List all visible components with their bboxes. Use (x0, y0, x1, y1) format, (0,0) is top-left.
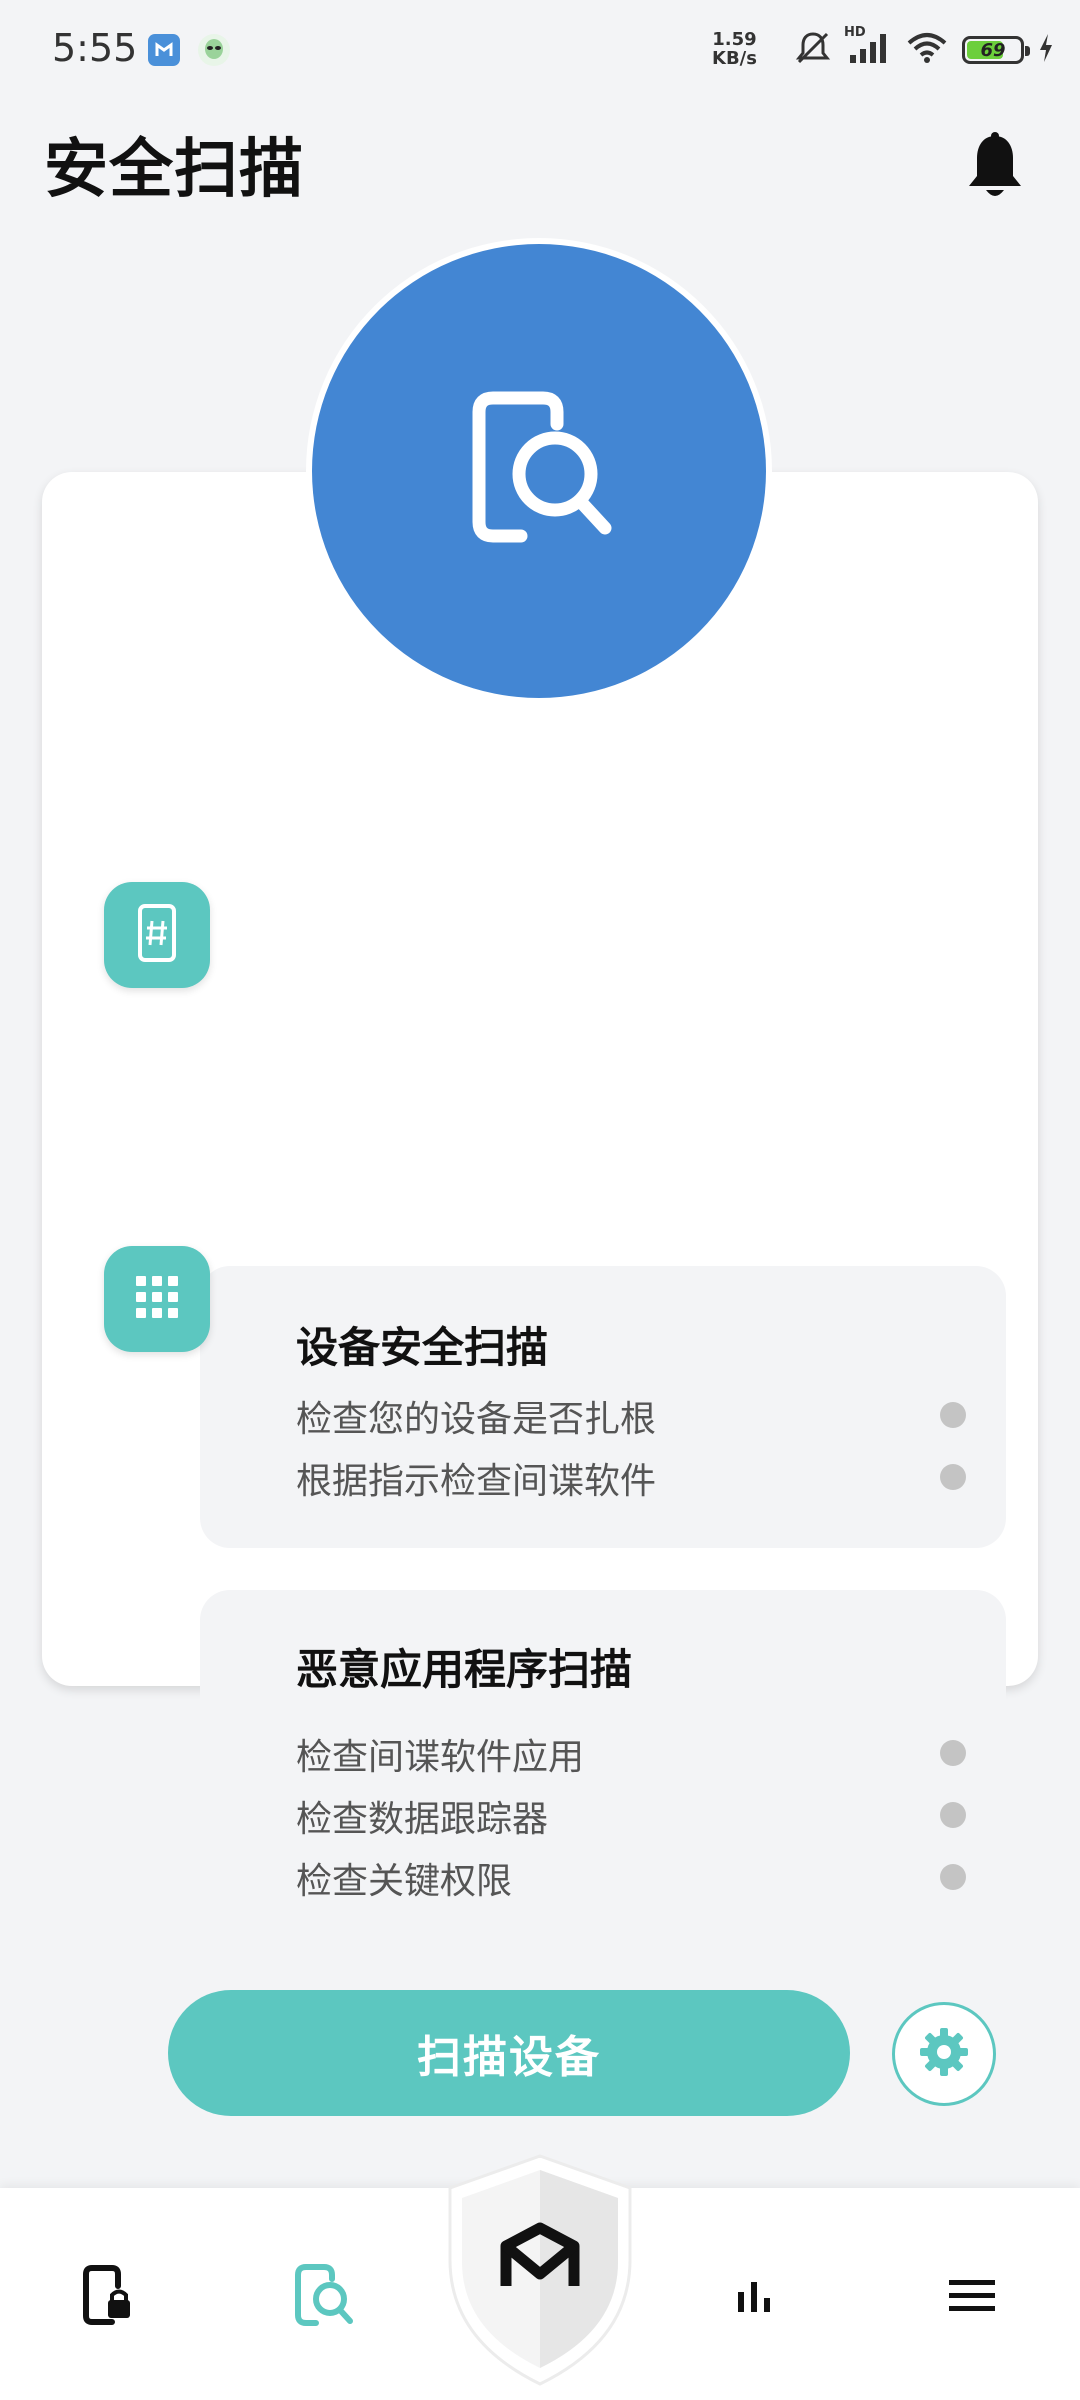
network-speed-unit: KB/s (712, 48, 757, 69)
network-speed: 1.59 KB/s (712, 30, 757, 68)
scan-device-button[interactable]: 扫描设备 (168, 1990, 850, 2116)
status-bar: 5:55 1.59 KB/s HD 69 (0, 0, 1080, 100)
bell-icon (965, 132, 1025, 208)
check-item-label: 检查您的设备是否扎根 (296, 1399, 657, 1440)
nav-item-scan[interactable] (284, 2258, 364, 2338)
check-item: 检查间谍软件应用 (296, 1728, 966, 1778)
app-shield-icon (148, 34, 180, 66)
battery-level: 69 (980, 39, 1006, 61)
mute-icon (794, 29, 832, 71)
check-item-label: 检查数据跟踪器 (296, 1799, 549, 1840)
charging-icon (1038, 33, 1054, 67)
wifi-icon (906, 31, 948, 69)
bar-chart-icon (734, 2276, 774, 2320)
phone-hash-icon (135, 903, 179, 967)
device-search-icon (292, 2263, 356, 2333)
malicious-app-section: 恶意应用程序扫描 检查间谍软件应用 检查数据跟踪器 检查关键权限 (200, 1590, 1006, 1946)
app-grid-icon-badge (104, 1246, 210, 1352)
battery-icon: 69 (962, 36, 1030, 64)
check-item: 检查您的设备是否扎根 (296, 1390, 966, 1440)
phone-hash-icon-badge (104, 882, 210, 988)
shield-logo-icon (442, 2154, 638, 2394)
scan-settings-button[interactable] (892, 2002, 996, 2106)
status-dot (940, 1864, 966, 1890)
nav-item-menu[interactable] (932, 2258, 1012, 2338)
check-item: 检查数据跟踪器 (296, 1790, 966, 1840)
status-dot (940, 1740, 966, 1766)
menu-icon (947, 2276, 997, 2320)
page-title: 安全扫描 (44, 133, 304, 207)
status-icons: HD 69 (794, 25, 1054, 71)
nav-item-phone-lock[interactable] (68, 2258, 148, 2338)
status-dot (940, 1802, 966, 1828)
section-title: 设备安全扫描 (296, 1323, 549, 1372)
battery-cap (1025, 46, 1030, 56)
signal-icon: HD (844, 25, 892, 69)
network-type-label: HD (844, 25, 866, 40)
section-title: 恶意应用程序扫描 (296, 1645, 633, 1694)
status-dot (940, 1464, 966, 1490)
hero-badge (312, 244, 766, 698)
network-speed-value: 1.59 (712, 29, 757, 50)
device-search-icon (459, 384, 619, 558)
check-item-label: 检查间谍软件应用 (296, 1737, 585, 1778)
check-item: 检查关键权限 (296, 1852, 966, 1902)
check-item-label: 检查关键权限 (296, 1861, 513, 1902)
app-alien-icon (198, 34, 230, 66)
hero-circle (306, 238, 772, 704)
status-time: 5:55 (52, 26, 138, 70)
status-dot (940, 1402, 966, 1428)
check-item: 根据指示检查间谍软件 (296, 1452, 966, 1502)
check-item-label: 根据指示检查间谍软件 (296, 1461, 657, 1502)
app-grid-icon (133, 1273, 181, 1325)
gear-icon (916, 2024, 972, 2084)
phone-lock-icon (78, 2264, 138, 2332)
nav-item-stats[interactable] (714, 2258, 794, 2338)
nav-item-home-shield[interactable] (442, 2150, 638, 2390)
notifications-button[interactable] (960, 130, 1030, 210)
device-security-section: 设备安全扫描 检查您的设备是否扎根 根据指示检查间谍软件 (200, 1266, 1006, 1548)
